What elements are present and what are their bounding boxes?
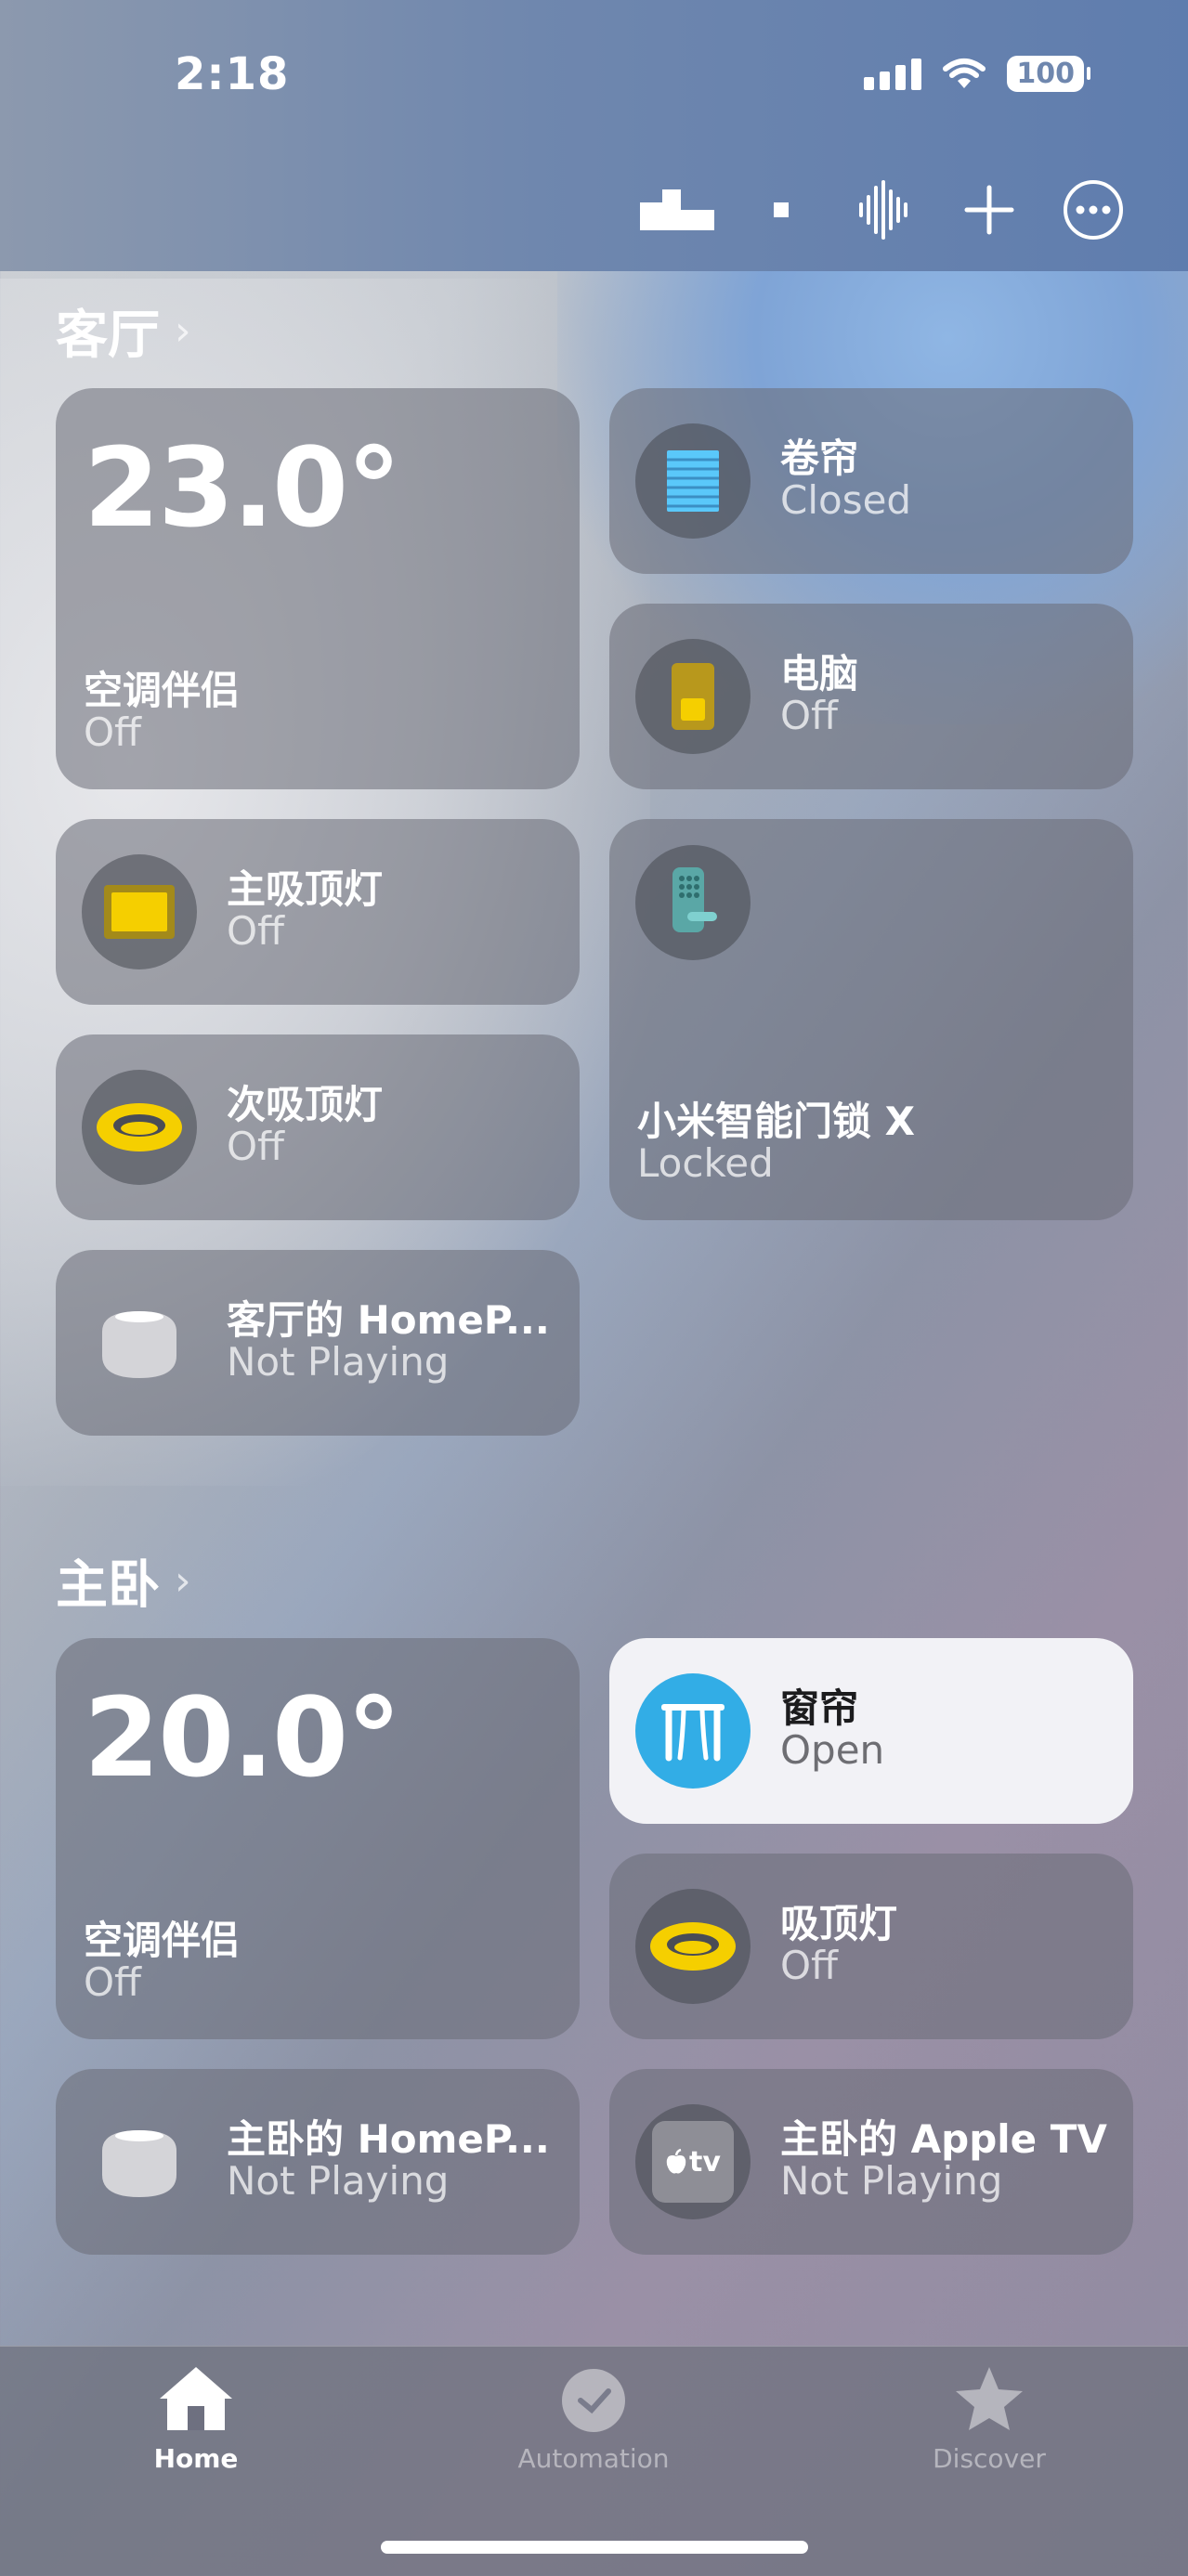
plus-icon — [964, 185, 1014, 235]
accessory-state: Off — [227, 908, 284, 954]
accessory-state: Not Playing — [227, 1339, 450, 1385]
computer-outlet-tile[interactable]: 电脑 Off — [609, 604, 1133, 789]
ceiling-light-icon — [82, 1070, 197, 1185]
house-icon — [160, 2367, 232, 2430]
accessory-name: 客厅的 HomeP... — [227, 1297, 550, 1343]
cellular-signal-icon — [864, 58, 922, 90]
accessory-name: 空调伴侣 — [84, 668, 241, 713]
more-button[interactable] — [1041, 176, 1145, 243]
toolbar — [625, 176, 1145, 243]
temperature-value: 20.0° — [84, 1673, 401, 1802]
tab-label: Automation — [517, 2443, 670, 2474]
blinds-tile[interactable]: 卷帘 Closed — [609, 388, 1133, 574]
homepod-icon — [82, 1285, 197, 1400]
apple-logo-icon — [666, 2149, 686, 2174]
tab-automation[interactable]: Automation — [482, 2363, 705, 2474]
accessory-name: 电脑 — [780, 651, 859, 696]
curtain-icon — [635, 1673, 751, 1789]
door-lock-tile[interactable]: 小米智能门锁 X Locked — [609, 819, 1133, 1220]
room-title: 客厅 — [56, 306, 160, 366]
home-indicator[interactable] — [381, 2541, 808, 2554]
accessory-name: 卷帘 — [780, 436, 859, 481]
chevron-right-icon: › — [175, 307, 191, 355]
wifi-icon — [943, 58, 986, 88]
room-overview-button[interactable] — [625, 176, 729, 243]
add-button[interactable] — [937, 176, 1041, 243]
top-bar: 2:18 100 — [0, 0, 1188, 271]
ceiling-light-icon — [635, 1889, 751, 2004]
thermostat-tile[interactable]: 20.0° 空调伴侣 Off — [56, 1638, 580, 2039]
accessory-name: 小米智能门锁 X — [637, 1099, 916, 1144]
camera-button[interactable] — [729, 176, 833, 243]
accessory-name: 主卧的 HomeP... — [227, 2116, 550, 2162]
tab-home[interactable]: Home — [85, 2363, 307, 2474]
accessory-state: Off — [780, 693, 838, 738]
clock-check-icon — [562, 2369, 625, 2432]
accessory-state: Off — [84, 709, 141, 755]
accessory-state: Off — [227, 1124, 284, 1169]
door-lock-icon — [635, 845, 751, 960]
star-icon — [956, 2367, 1023, 2430]
tab-label: Home — [153, 2443, 239, 2474]
room-header-living-room[interactable]: 客厅 › — [56, 293, 191, 369]
tab-label: Discover — [933, 2443, 1046, 2474]
accessory-name: 主卧的 Apple TV — [780, 2116, 1107, 2162]
apple-tv-badge: tv — [689, 2145, 721, 2179]
ceiling-light-tile[interactable]: 吸顶灯 Off — [609, 1854, 1133, 2039]
outlet-icon — [635, 639, 751, 754]
main-ceiling-light-tile[interactable]: 主吸顶灯 Off — [56, 819, 580, 1005]
small-square-icon — [774, 202, 789, 217]
living-room-homepod-tile[interactable]: 客厅的 HomeP... Not Playing — [56, 1250, 580, 1436]
ellipsis-circle-icon — [1064, 180, 1123, 240]
accessory-state: Not Playing — [780, 2158, 1003, 2204]
bedroom-homepod-tile[interactable]: 主卧的 HomeP... Not Playing — [56, 2069, 580, 2255]
homepod-icon — [82, 2104, 197, 2219]
accessory-state: Off — [780, 1943, 838, 1988]
accessory-name: 空调伴侣 — [84, 1918, 241, 1963]
room-header-master-bedroom[interactable]: 主卧 › — [56, 1543, 191, 1619]
accessory-state: Closed — [780, 477, 912, 523]
panel-light-icon — [82, 854, 197, 969]
accessory-state: Not Playing — [227, 2158, 450, 2204]
accessory-name: 主吸顶灯 — [227, 866, 384, 912]
blinds-icon — [635, 423, 751, 539]
battery-indicator: 100 — [1007, 56, 1090, 92]
status-indicators: 100 — [864, 56, 1090, 92]
accessory-name: 吸顶灯 — [780, 1901, 898, 1946]
secondary-ceiling-light-tile[interactable]: 次吸顶灯 Off — [56, 1034, 580, 1220]
accessory-name: 窗帘 — [780, 1685, 859, 1731]
apple-tv-tile[interactable]: tv 主卧的 Apple TV Not Playing — [609, 2069, 1133, 2255]
chevron-right-icon: › — [175, 1557, 191, 1605]
curtain-tile[interactable]: 窗帘 Open — [609, 1638, 1133, 1824]
tab-discover[interactable]: Discover — [878, 2363, 1101, 2474]
accessory-state: Off — [84, 1959, 141, 2005]
intercom-button[interactable] — [833, 176, 937, 243]
thermostat-tile[interactable]: 23.0° 空调伴侣 Off — [56, 388, 580, 789]
status-time: 2:18 — [175, 48, 290, 100]
accessory-state: Open — [780, 1727, 885, 1773]
temperature-value: 23.0° — [84, 423, 401, 552]
apple-tv-icon: tv — [635, 2104, 751, 2219]
room-title: 主卧 — [56, 1555, 160, 1616]
accessory-state: Locked — [637, 1140, 774, 1186]
waveform-icon — [859, 180, 907, 240]
accessory-name: 次吸顶灯 — [227, 1082, 384, 1127]
room-layout-icon — [640, 189, 714, 230]
